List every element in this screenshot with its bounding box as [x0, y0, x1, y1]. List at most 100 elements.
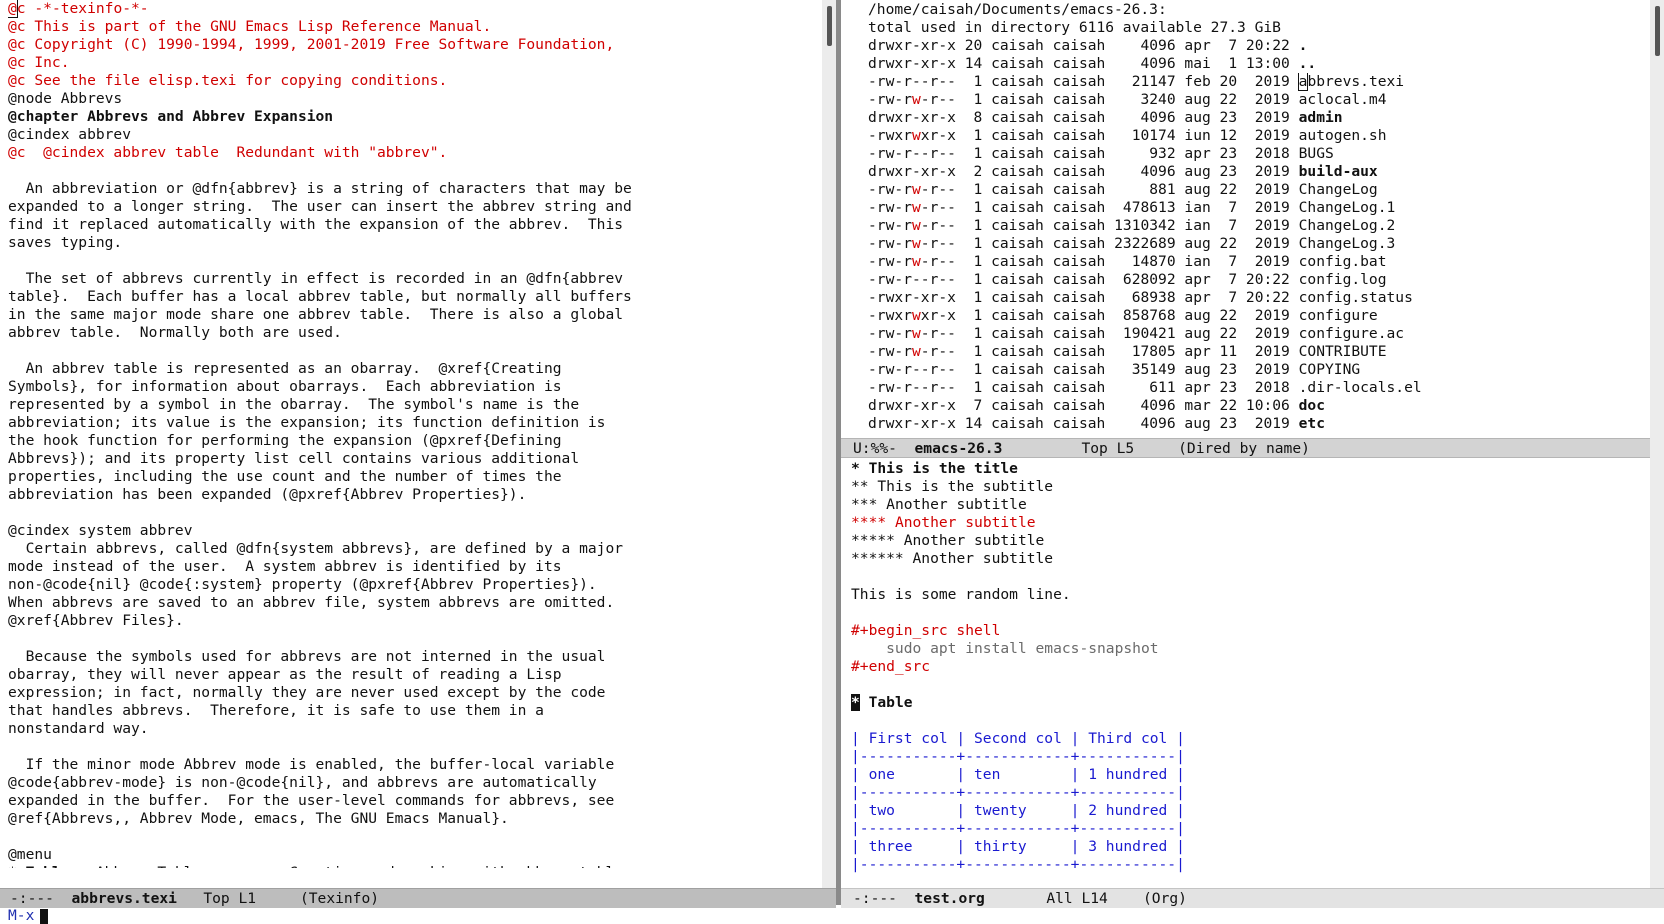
org-heading[interactable]: *** Another subtitle: [851, 496, 1641, 514]
left-window[interactable]: @c -*-texinfo-*- @c This is part of the G…: [0, 0, 820, 890]
dired-filename[interactable]: doc: [1299, 397, 1325, 414]
dired-filename[interactable]: .dir-locals.el: [1299, 379, 1422, 396]
right-scrollbar-thumb[interactable]: [1655, 6, 1660, 56]
dired-filename[interactable]: configure: [1299, 307, 1378, 324]
minibuffer[interactable]: M-x: [0, 908, 1664, 924]
dired-filename[interactable]: .: [1299, 37, 1308, 54]
texinfo-line: abbreviation; its value is the expansion…: [8, 414, 818, 432]
texinfo-line: expression; in fact, normally they are n…: [8, 684, 818, 702]
texinfo-line: saves typing.: [8, 234, 818, 252]
dired-filename[interactable]: COPYING: [1299, 361, 1361, 378]
dired-filename[interactable]: ChangeLog.1: [1299, 199, 1396, 216]
dired-row[interactable]: -rw-rw-r-- 1 caisah caisah 478613 ian 7 …: [868, 199, 1638, 217]
org-table-rule[interactable]: |-----------+------------+-----------|: [851, 820, 1641, 838]
texinfo-buffer-text[interactable]: @c -*-texinfo-*- @c This is part of the G…: [8, 0, 818, 868]
dired-row[interactable]: -rwxrwxr-x 1 caisah caisah 858768 aug 22…: [868, 307, 1638, 325]
texinfo-text-segment: c -*-texinfo-*-: [16, 0, 149, 17]
org-heading[interactable]: ** This is the subtitle: [851, 478, 1641, 496]
dired-permissions: drwxr-xr-x: [868, 163, 956, 180]
texinfo-text-segment: An abbreviation or @dfn{abbrev} is a str…: [8, 180, 632, 197]
org-heading[interactable]: * This is the title: [851, 460, 1641, 478]
dired-row[interactable]: -rw-r--r-- 1 caisah caisah 21147 feb 20 …: [868, 73, 1638, 91]
texinfo-line: @c @cindex abbrev table Redundant with "…: [8, 144, 818, 162]
dired-modeline-buffer[interactable]: emacs-26.3: [915, 440, 1003, 457]
dired-filename[interactable]: configure.ac: [1299, 325, 1404, 342]
org-heading[interactable]: **** Another subtitle: [851, 514, 1641, 532]
org-table-row[interactable]: | one | ten | 1 hundred |: [851, 766, 1641, 784]
dired-row[interactable]: -rw-rw-r-- 1 caisah caisah 3240 aug 22 2…: [868, 91, 1638, 109]
dired-modeline[interactable]: U:%%- emacs-26.3 Top L5 (Dired by name): [841, 438, 1650, 458]
dired-row[interactable]: -rw-rw-r-- 1 caisah caisah 17805 apr 11 …: [868, 343, 1638, 361]
dired-row[interactable]: -rw-rw-r-- 1 caisah caisah 2322689 aug 2…: [868, 235, 1638, 253]
dired-filename[interactable]: config.bat: [1299, 253, 1387, 270]
dired-row[interactable]: -rw-rw-r-- 1 caisah caisah 881 aug 22 20…: [868, 181, 1638, 199]
dired-row[interactable]: -rw-r--r-- 1 caisah caisah 628092 apr 7 …: [868, 271, 1638, 289]
dired-row[interactable]: -rw-rw-r-- 1 caisah caisah 1310342 ian 7…: [868, 217, 1638, 235]
dired-window[interactable]: /home/caisah/Documents/emacs-26.3: total…: [841, 0, 1650, 438]
right-scrollbar[interactable]: [1650, 0, 1664, 905]
dired-modeline-mode[interactable]: (Dired by name): [1178, 440, 1310, 457]
dired-filename[interactable]: aclocal.m4: [1299, 91, 1387, 108]
texinfo-modeline-mode[interactable]: (Texinfo): [300, 890, 379, 907]
org-modeline-buffer[interactable]: test.org: [915, 890, 985, 907]
org-table[interactable]: | First col | Second col | Third col | |-…: [851, 730, 1641, 874]
org-heading-stars: ******: [851, 550, 904, 567]
dired-filename[interactable]: admin: [1299, 109, 1343, 126]
dired-row[interactable]: -rw-r--r-- 1 caisah caisah 932 apr 23 20…: [868, 145, 1638, 163]
texinfo-line: in the same major mode share one abbrev …: [8, 306, 818, 324]
dired-row-meta: 8 caisah caisah 4096 aug 23 2019: [955, 109, 1299, 126]
dired-row[interactable]: drwxr-xr-x 2 caisah caisah 4096 aug 23 2…: [868, 163, 1638, 181]
dired-permissions: -rw-rw-r--: [868, 343, 956, 360]
org-modeline[interactable]: -:--- test.org All L14 (Org): [841, 888, 1664, 908]
org-heading[interactable]: ***** Another subtitle: [851, 532, 1641, 550]
org-table-row[interactable]: | two | twenty | 2 hundred |: [851, 802, 1641, 820]
dired-row[interactable]: drwxr-xr-x 14 caisah caisah 4096 aug 23 …: [868, 415, 1638, 433]
org-heading-stars: *****: [851, 532, 895, 549]
dired-filename[interactable]: build-aux: [1299, 163, 1378, 180]
texinfo-text-segment: @ref{Abbrevs,, Abbrev Mode, emacs, The G…: [8, 810, 509, 827]
left-scrollbar[interactable]: [822, 0, 836, 890]
dired-row-meta: 1 caisah caisah 2322689 aug 22 2019: [955, 235, 1299, 252]
dired-row[interactable]: -rwxr-xr-x 1 caisah caisah 68938 apr 7 2…: [868, 289, 1638, 307]
dired-row[interactable]: drwxr-xr-x 14 caisah caisah 4096 mai 1 1…: [868, 55, 1638, 73]
dired-filename[interactable]: BUGS: [1299, 145, 1334, 162]
org-table-row[interactable]: | First col | Second col | Third col |: [851, 730, 1641, 748]
dired-filename[interactable]: config.status: [1299, 289, 1413, 306]
left-scrollbar-thumb[interactable]: [827, 6, 832, 46]
dired-row[interactable]: -rw-r--r-- 1 caisah caisah 611 apr 23 20…: [868, 379, 1638, 397]
dired-filename[interactable]: etc: [1299, 415, 1325, 432]
dired-filename[interactable]: abbrevs.texi: [1297, 73, 1404, 91]
org-table-rule[interactable]: |-----------+------------+-----------|: [851, 784, 1641, 802]
dired-row[interactable]: drwxr-xr-x 20 caisah caisah 4096 apr 7 2…: [868, 37, 1638, 55]
dired-row[interactable]: drwxr-xr-x 7 caisah caisah 4096 mar 22 1…: [868, 397, 1638, 415]
org-modeline-mode[interactable]: (Org): [1143, 890, 1187, 907]
dired-filename[interactable]: config.log: [1299, 271, 1387, 288]
dired-row[interactable]: drwxr-xr-x 8 caisah caisah 4096 aug 23 2…: [868, 109, 1638, 127]
texinfo-text-segment: abbreviation; its value is the expansion…: [8, 414, 606, 431]
dired-filename[interactable]: CONTRIBUTE: [1299, 343, 1387, 360]
dired-filename[interactable]: ChangeLog.3: [1299, 235, 1396, 252]
dired-filename[interactable]: autogen.sh: [1299, 127, 1387, 144]
org-window[interactable]: * This is the title ** This is the subtit…: [841, 459, 1650, 887]
org-table-heading: * Table: [851, 694, 1641, 712]
org-table-rule[interactable]: |-----------+------------+-----------|: [851, 856, 1641, 874]
dired-row-meta: 1 caisah caisah 10174 iun 12 2019: [955, 127, 1299, 144]
texinfo-line: [8, 162, 818, 180]
dired-listing[interactable]: /home/caisah/Documents/emacs-26.3: total…: [868, 1, 1638, 437]
dired-filename[interactable]: ChangeLog.2: [1299, 217, 1396, 234]
texinfo-modeline-buffer[interactable]: abbrevs.texi: [72, 890, 177, 907]
dired-row-meta: 1 caisah caisah 17805 apr 11 2019: [955, 343, 1299, 360]
org-table-row[interactable]: | three | thirty | 3 hundred |: [851, 838, 1641, 856]
texinfo-modeline[interactable]: -:--- abbrevs.texi Top L1 (Texinfo): [0, 888, 836, 908]
dired-filename[interactable]: ..: [1299, 55, 1317, 72]
dired-row[interactable]: -rwxrwxr-x 1 caisah caisah 10174 iun 12 …: [868, 127, 1638, 145]
dired-row-meta: 2 caisah caisah 4096 aug 23 2019: [955, 163, 1299, 180]
dired-row[interactable]: -rw-rw-r-- 1 caisah caisah 190421 aug 22…: [868, 325, 1638, 343]
dired-row[interactable]: -rw-r--r-- 1 caisah caisah 35149 aug 23 …: [868, 361, 1638, 379]
texinfo-line: nonstandard way.: [8, 720, 818, 738]
org-heading[interactable]: ****** Another subtitle: [851, 550, 1641, 568]
org-table-rule[interactable]: |-----------+------------+-----------|: [851, 748, 1641, 766]
dired-row[interactable]: -rw-rw-r-- 1 caisah caisah 14870 ian 7 2…: [868, 253, 1638, 271]
dired-filename[interactable]: ChangeLog: [1299, 181, 1378, 198]
org-buffer-text[interactable]: * This is the title ** This is the subtit…: [851, 460, 1641, 874]
